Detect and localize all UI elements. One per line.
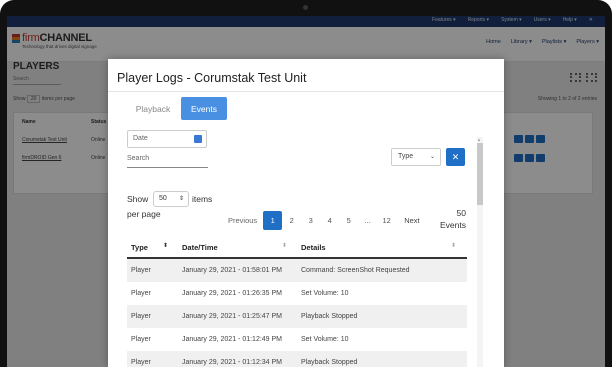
table-row[interactable]: Player January 29, 2021 - 01:25:47 PM Pl…: [127, 305, 467, 328]
pagination-ellipsis: ...: [364, 216, 371, 225]
close-icon: ✕: [451, 151, 460, 162]
show-label: Show: [127, 194, 149, 204]
page-length-select[interactable]: 50 ⇕: [153, 191, 189, 207]
events-count-number: 50: [456, 208, 466, 218]
pagination-next[interactable]: Next: [396, 211, 423, 230]
modal-divider: [108, 91, 504, 92]
logs-search-input[interactable]: Search: [127, 152, 208, 168]
cell-details: Command: ScreenShot Requested: [301, 267, 410, 274]
chevron-down-icon: ⌄: [429, 154, 435, 160]
scroll-thumb[interactable]: [477, 143, 483, 205]
cell-details: Playback Stopped: [301, 313, 358, 320]
screen: Features ▾ Reports ▾ System ▾ Users ▾ He…: [7, 16, 605, 367]
modal-scrollbar[interactable]: ▲: [477, 137, 483, 367]
device-bezel: Features ▾ Reports ▾ System ▾ Users ▾ He…: [0, 0, 612, 367]
pagination-page[interactable]: 4: [320, 211, 339, 230]
cell-type: Player: [131, 313, 151, 320]
cell-datetime: January 29, 2021 - 01:12:49 PM: [182, 336, 283, 343]
tab-events[interactable]: Events: [181, 97, 227, 120]
table-header: Type ⬍ Date/Time ⬍ Details ⬍: [127, 235, 467, 259]
cell-datetime: January 29, 2021 - 01:26:35 PM: [182, 290, 283, 297]
pagination-previous[interactable]: Previous: [228, 211, 263, 230]
date-filter-input[interactable]: Date: [127, 130, 207, 148]
type-filter-select[interactable]: Type ⌄: [391, 148, 441, 166]
per-page-label: per page: [127, 209, 161, 219]
pagination: Previous 1 2 3 4 5 ... 12 Next: [228, 211, 424, 230]
table-row[interactable]: Player January 29, 2021 - 01:12:49 PM Se…: [127, 328, 467, 351]
cell-type: Player: [131, 359, 151, 366]
pagination-page[interactable]: 12: [377, 211, 396, 230]
events-table: Type ⬍ Date/Time ⬍ Details ⬍ Player Janu…: [127, 235, 467, 367]
date-placeholder: Date: [133, 135, 148, 142]
cell-details: Set Volume: 10: [301, 290, 349, 297]
table-body: Player January 29, 2021 - 01:58:01 PM Co…: [127, 259, 467, 367]
cell-details: Set Volume: 10: [301, 336, 349, 343]
table-row[interactable]: Player January 29, 2021 - 01:58:01 PM Co…: [127, 259, 467, 282]
sort-icon[interactable]: ⬍: [451, 242, 456, 249]
tab-playback[interactable]: Playback: [127, 97, 179, 120]
cell-type: Player: [131, 290, 151, 297]
sort-icon[interactable]: ⬍: [282, 242, 287, 249]
pagination-page[interactable]: 2: [282, 211, 301, 230]
table-row[interactable]: Player January 29, 2021 - 01:26:35 PM Se…: [127, 282, 467, 305]
col-datetime[interactable]: Date/Time: [182, 243, 218, 252]
cell-datetime: January 29, 2021 - 01:58:01 PM: [182, 267, 283, 274]
table-row[interactable]: Player January 29, 2021 - 01:12:34 PM Pl…: [127, 351, 467, 367]
col-type[interactable]: Type: [131, 243, 148, 252]
player-logs-modal: Player Logs - Corumstak Test Unit Playba…: [108, 59, 504, 367]
pagination-page[interactable]: 1: [263, 211, 283, 230]
chevron-updown-icon: ⇕: [178, 196, 184, 202]
scroll-up-icon[interactable]: ▲: [477, 137, 481, 142]
cell-type: Player: [131, 336, 151, 343]
sort-active-icon[interactable]: ⬍: [163, 242, 168, 249]
cell-type: Player: [131, 267, 151, 274]
col-details[interactable]: Details: [301, 243, 326, 252]
clear-filter-button[interactable]: ✕: [446, 148, 465, 166]
items-label: items: [192, 194, 213, 204]
cell-datetime: January 29, 2021 - 01:25:47 PM: [182, 313, 283, 320]
cell-datetime: January 29, 2021 - 01:12:34 PM: [182, 359, 283, 366]
calendar-icon[interactable]: [194, 135, 202, 143]
cell-details: Playback Stopped: [301, 359, 358, 366]
camera-dot: [303, 5, 308, 10]
pagination-page[interactable]: 5: [339, 211, 358, 230]
modal-title: Player Logs - Corumstak Test Unit: [117, 71, 307, 85]
page-length-value: 50: [159, 195, 167, 202]
pagination-page[interactable]: 3: [301, 211, 320, 230]
events-count-label: Events: [440, 220, 466, 230]
events-count: 50 Events: [438, 207, 466, 231]
type-select-value: Type: [398, 153, 414, 160]
